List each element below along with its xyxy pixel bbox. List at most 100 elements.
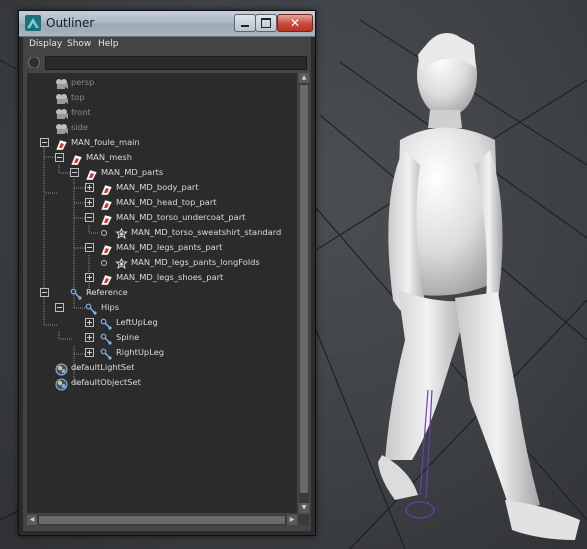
menu-show[interactable]: Show: [67, 39, 91, 49]
tree-item-label: MAN_MD_body_part: [116, 182, 199, 192]
tree-item-label: MAN_MD_legs_pants_part: [116, 242, 223, 252]
transform-icon: [55, 136, 68, 151]
tree-row[interactable]: MAN_MD_torso_undercoat_part: [27, 210, 297, 226]
set-icon: [55, 361, 68, 376]
tree-row[interactable]: front: [27, 105, 297, 120]
transform-icon: [100, 196, 113, 211]
tree-item-label: defaultLightSet: [71, 362, 135, 372]
tree-row[interactable]: side: [27, 120, 297, 135]
scroll-up-arrow-icon[interactable]: ▲: [299, 73, 309, 83]
transform-icon: [100, 271, 113, 286]
joint-icon: [85, 301, 98, 315]
joint-icon: [100, 346, 113, 360]
transform-icon: [100, 181, 113, 196]
tree-item-label: defaultObjectSet: [71, 377, 141, 387]
tree-row[interactable]: RightUpLeg: [27, 345, 297, 360]
leaf-node-icon: [101, 230, 107, 236]
tree-row[interactable]: defaultObjectSet: [27, 375, 297, 391]
window-title: Outliner: [46, 16, 95, 30]
outliner-window[interactable]: Outliner ✕ Display Show Help persp top f…: [18, 10, 316, 536]
camera-icon: [55, 76, 68, 89]
collapse-minus-icon[interactable]: [85, 213, 94, 222]
resize-grip[interactable]: [299, 515, 309, 525]
expand-plus-icon[interactable]: [85, 348, 94, 357]
tree-item-label: Hips: [101, 302, 120, 312]
maximize-button[interactable]: [255, 14, 277, 32]
minimize-button[interactable]: [234, 14, 256, 32]
tree-item-label: front: [71, 107, 91, 117]
expand-plus-icon[interactable]: [85, 273, 94, 282]
set-icon: [55, 376, 68, 391]
expand-plus-icon[interactable]: [85, 318, 94, 327]
scroll-down-arrow-icon[interactable]: ▼: [299, 503, 309, 513]
tree-row[interactable]: MAN_MD_legs_pants_part: [27, 240, 297, 256]
horizontal-scrollbar[interactable]: ◀ ▶: [27, 515, 297, 525]
tree-item-label: MAN_MD_torso_sweatshirt_standard: [131, 227, 282, 237]
joint-icon: [100, 331, 113, 345]
tree-item-label: MAN_MD_legs_pants_longFolds: [131, 257, 260, 267]
outliner-panel: Display Show Help persp top front side M…: [23, 37, 311, 531]
expand-plus-icon[interactable]: [85, 183, 94, 192]
tree-item-label: Reference: [86, 287, 128, 297]
expand-plus-icon[interactable]: [85, 333, 94, 342]
tree-item-label: MAN_foule_main: [71, 137, 140, 147]
transform-icon: [100, 241, 113, 256]
menu-help[interactable]: Help: [98, 39, 119, 49]
tree-row[interactable]: MAN_MD_legs_shoes_part: [27, 270, 297, 286]
tree-row[interactable]: persp: [27, 75, 297, 90]
tree-item-label: side: [71, 122, 88, 132]
tree-row[interactable]: Spine: [27, 330, 297, 345]
tree-row[interactable]: Reference: [27, 285, 297, 300]
horizontal-scroll-thumb[interactable]: [39, 516, 285, 524]
scroll-left-arrow-icon[interactable]: ◀: [27, 515, 37, 525]
menu-display[interactable]: Display: [29, 39, 62, 49]
collapse-minus-icon[interactable]: [55, 153, 64, 162]
tree-row[interactable]: Hips: [27, 300, 297, 315]
tree-item-label: MAN_MD_head_top_part: [116, 197, 217, 207]
tree-row[interactable]: MAN_MD_body_part: [27, 180, 297, 196]
camera-icon: [55, 106, 68, 119]
collapse-minus-icon[interactable]: [55, 303, 64, 312]
filter-row: [23, 55, 311, 70]
tree-row[interactable]: top: [27, 90, 297, 105]
shape-icon: [115, 226, 128, 240]
joint-icon: [70, 286, 83, 300]
camera-icon: [55, 91, 68, 104]
collapse-minus-icon[interactable]: [40, 138, 49, 147]
menu-bar: Display Show Help: [23, 37, 311, 54]
vertical-scroll-thumb[interactable]: [300, 85, 308, 493]
joint-icon: [100, 316, 113, 330]
camera-icon: [55, 121, 68, 134]
tree-row[interactable]: MAN_foule_main: [27, 135, 297, 151]
tree-rows: persp top front side MAN_foule_main MAN_mesh M…: [27, 73, 297, 513]
filter-input[interactable]: [45, 56, 307, 70]
tree-row[interactable]: MAN_MD_legs_pants_longFolds: [27, 255, 297, 270]
tree-item-label: LeftUpLeg: [116, 317, 158, 327]
filter-icon[interactable]: [28, 57, 40, 68]
tree-item-label: persp: [71, 77, 95, 87]
collapse-minus-icon[interactable]: [40, 288, 49, 297]
tree-row[interactable]: MAN_MD_head_top_part: [27, 195, 297, 211]
tree-row[interactable]: LeftUpLeg: [27, 315, 297, 330]
scroll-right-arrow-icon[interactable]: ▶: [287, 515, 297, 525]
leaf-node-icon: [101, 260, 107, 266]
tree-item-label: MAN_MD_torso_undercoat_part: [116, 212, 246, 222]
vertical-scrollbar[interactable]: ▲ ▼: [299, 73, 309, 513]
tree-row[interactable]: MAN_MD_torso_sweatshirt_standard: [27, 225, 297, 240]
tree-row[interactable]: MAN_MD_parts: [27, 165, 297, 181]
tree-item-label: RightUpLeg: [116, 347, 165, 357]
outliner-tree[interactable]: persp top front side MAN_foule_main MAN_mesh M…: [27, 73, 297, 513]
title-bar[interactable]: Outliner ✕: [19, 11, 315, 37]
close-button[interactable]: ✕: [277, 14, 313, 32]
tree-item-label: MAN_MD_legs_shoes_part: [116, 272, 224, 282]
collapse-minus-icon[interactable]: [70, 168, 79, 177]
tree-item-label: Spine: [116, 332, 140, 342]
shape-icon: [115, 256, 128, 270]
tree-row[interactable]: defaultLightSet: [27, 360, 297, 376]
close-icon: ✕: [289, 16, 301, 30]
transform-icon: [85, 166, 98, 181]
collapse-minus-icon[interactable]: [85, 243, 94, 252]
tree-row[interactable]: MAN_mesh: [27, 150, 297, 166]
expand-plus-icon[interactable]: [85, 198, 94, 207]
character-figure: [378, 33, 580, 540]
